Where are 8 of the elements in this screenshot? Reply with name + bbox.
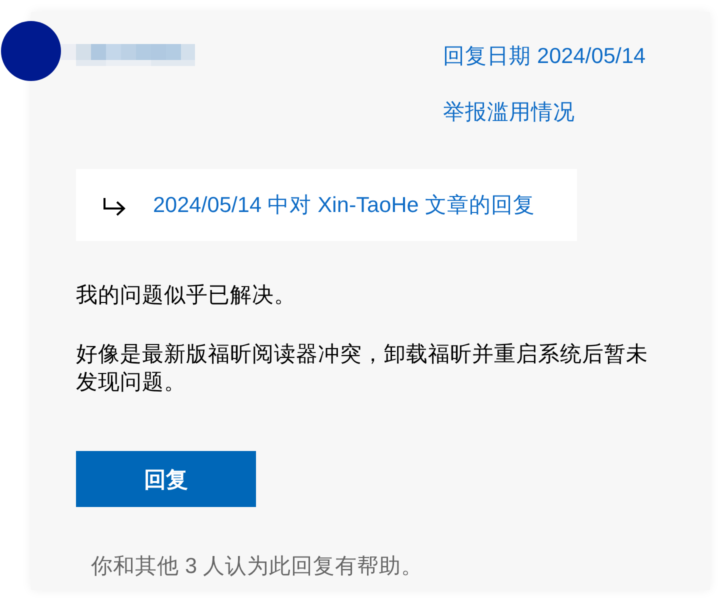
reply-button[interactable]: 回复 bbox=[76, 451, 256, 507]
body-paragraph: 我的问题似乎已解决。 bbox=[76, 281, 297, 309]
bent-arrow-icon bbox=[103, 198, 126, 216]
body-paragraph: 好像是最新版福昕阅读器冲突，卸载福昕并重启系统后暂未发现问题。 bbox=[76, 340, 649, 396]
report-abuse-link[interactable]: 举报滥用情况 bbox=[443, 98, 575, 126]
helpful-count-text: 你和其他 3 人认为此回复有帮助。 bbox=[91, 552, 424, 580]
reply-date-link[interactable]: 回复日期 2024/05/14 bbox=[443, 42, 646, 70]
quoted-post-link[interactable]: 2024/05/14 中对 Xin-TaoHe 文章的回复 bbox=[153, 191, 535, 219]
